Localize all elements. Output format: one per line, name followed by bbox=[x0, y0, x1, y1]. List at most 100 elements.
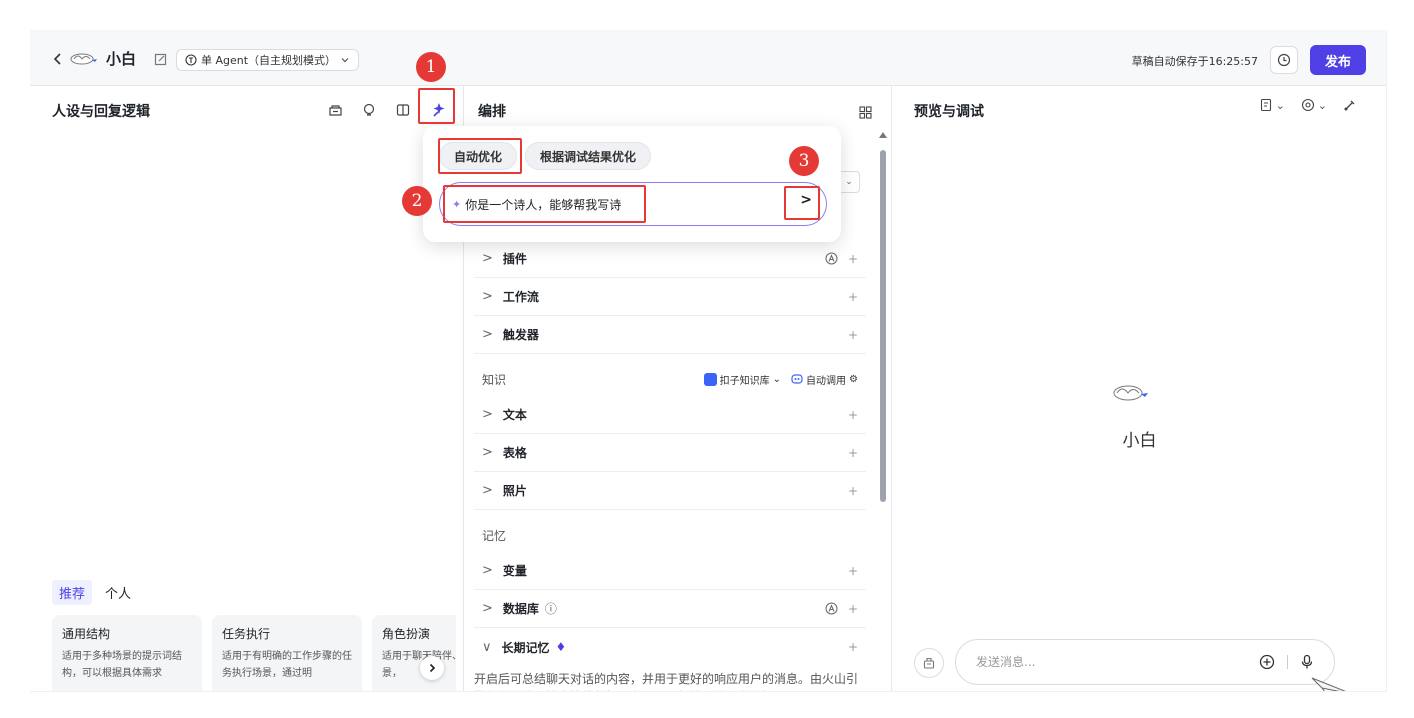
row-actions: + bbox=[848, 290, 858, 304]
tab-personal[interactable]: 个人 bbox=[98, 580, 138, 605]
preview-toolbar: ⌄ ⌄ bbox=[1260, 98, 1357, 112]
row-label: 文本 bbox=[502, 408, 527, 422]
card-desc: 适用于有明确的工作步骤的任务执行场景，通过明 bbox=[222, 651, 352, 679]
add-icon[interactable]: + bbox=[848, 564, 858, 578]
message-input[interactable] bbox=[976, 655, 1259, 669]
card-desc: 适用于聊天陪伴、互动娱乐场景， bbox=[382, 651, 456, 679]
row-actions: + bbox=[848, 640, 858, 654]
prompt-library-icon[interactable] bbox=[323, 98, 347, 122]
section-label: 记忆 bbox=[482, 528, 507, 543]
agent-mode-icon bbox=[185, 54, 197, 66]
annotation-box-2 bbox=[443, 185, 646, 223]
brush-icon[interactable] bbox=[1343, 98, 1357, 112]
add-icon[interactable]: + bbox=[848, 290, 858, 304]
row-actions: + bbox=[848, 408, 858, 422]
chevron-right-icon: > bbox=[482, 483, 493, 498]
scroll-up-arrow[interactable] bbox=[879, 132, 887, 138]
add-icon[interactable]: + bbox=[848, 446, 858, 460]
cards-next-button[interactable] bbox=[420, 656, 444, 680]
row-plugins[interactable]: > 插件 + bbox=[474, 240, 866, 278]
message-input-box bbox=[955, 639, 1335, 685]
row-actions: + bbox=[848, 328, 858, 342]
scrollbar[interactable] bbox=[880, 150, 886, 502]
row-workflow[interactable]: > 工作流 + bbox=[474, 278, 866, 316]
info-icon[interactable]: ⓘ bbox=[545, 600, 557, 617]
gear-icon: ⚙ bbox=[849, 373, 858, 385]
add-icon[interactable]: + bbox=[848, 602, 858, 616]
add-icon[interactable]: + bbox=[848, 328, 858, 342]
edit-icon[interactable] bbox=[148, 47, 172, 71]
annotation-box-auto-tab bbox=[438, 138, 522, 174]
add-icon[interactable]: + bbox=[848, 484, 858, 498]
long-memory-description: 开启后可总结聊天对话的内容，并用于更好的响应用户的消息。由火山引擎提供存储及检索… bbox=[474, 672, 859, 691]
chevron-right-icon: > bbox=[482, 601, 493, 616]
row-variable[interactable]: > 变量 + bbox=[474, 552, 866, 590]
orchestration-title: 编排 bbox=[478, 104, 506, 120]
auto-icon[interactable] bbox=[825, 602, 838, 615]
model-dropdown[interactable]: ⌄ bbox=[1301, 98, 1327, 112]
save-status: 草稿自动保存于16:25:57 bbox=[1131, 55, 1258, 68]
history-button[interactable] bbox=[1270, 46, 1298, 74]
microphone-icon[interactable] bbox=[1300, 654, 1314, 670]
template-tabs: 推荐 个人 bbox=[52, 580, 138, 605]
row-label: 长期记忆 bbox=[501, 640, 550, 655]
add-icon[interactable]: + bbox=[848, 252, 858, 266]
card-desc: 适用于多种场景的提示词结构，可以根据具体需求 bbox=[62, 651, 182, 679]
agent-mode-dropdown[interactable]: 单 Agent（自主规划模式） bbox=[176, 49, 360, 71]
publish-button[interactable]: 发布 bbox=[1310, 45, 1366, 75]
lightbulb-icon[interactable] bbox=[357, 98, 381, 122]
preview-panel: 预览与调试 ⌄ ⌄ 小白 bbox=[892, 86, 1386, 691]
row-actions: + bbox=[848, 446, 858, 460]
tab-debug-optimize[interactable]: 根据调试结果优化 bbox=[525, 142, 652, 170]
diamond-icon: ♦ bbox=[555, 640, 567, 654]
chevron-down-icon: ∨ bbox=[482, 639, 492, 655]
knowledge-section-header: 知识 扣子知识库 ⌄ 自动调用 ⚙ bbox=[474, 354, 866, 396]
chevron-down-icon: ⌄ bbox=[1317, 98, 1327, 112]
paper-plane-icon bbox=[1310, 676, 1354, 691]
row-text[interactable]: > 文本 + bbox=[474, 396, 866, 434]
back-icon[interactable] bbox=[46, 47, 70, 71]
annotation-box-1 bbox=[418, 88, 455, 124]
chevron-down-icon: ⌄ bbox=[1275, 98, 1285, 112]
row-database[interactable]: > 数据库 ⓘ + bbox=[474, 590, 866, 628]
grid-icon[interactable] bbox=[853, 100, 877, 124]
top-bar: 小白 单 Agent（自主规划模式） 草稿自动保存于16:25:57 发布 bbox=[30, 30, 1386, 86]
row-table[interactable]: > 表格 + bbox=[474, 434, 866, 472]
template-card[interactable]: 任务执行 适用于有明确的工作步骤的任务执行场景，通过明 bbox=[212, 615, 362, 691]
add-attachment-icon[interactable] bbox=[1259, 654, 1275, 670]
template-card[interactable]: 通用结构 适用于多种场景的提示词结构，可以根据具体需求 bbox=[52, 615, 202, 691]
row-trigger[interactable]: > 触发器 + bbox=[474, 316, 866, 354]
add-icon[interactable]: + bbox=[848, 640, 858, 654]
chevron-right-icon: > bbox=[482, 445, 493, 460]
bot-avatar bbox=[1110, 378, 1150, 406]
annotation-number-2: 2 bbox=[402, 186, 432, 216]
annotation-number-3: 3 bbox=[789, 146, 819, 176]
card-title: 任务执行 bbox=[222, 627, 271, 641]
row-actions: + bbox=[848, 484, 858, 498]
card-title: 通用结构 bbox=[62, 627, 111, 641]
add-icon[interactable]: + bbox=[848, 408, 858, 422]
auto-call-icon bbox=[791, 373, 803, 385]
app-frame: 小白 单 Agent（自主规划模式） 草稿自动保存于16:25:57 发布 人设… bbox=[30, 30, 1387, 692]
chevron-down-icon[interactable]: ⌄ bbox=[838, 171, 860, 193]
message-actions bbox=[1259, 654, 1314, 670]
row-label: 数据库 bbox=[502, 602, 539, 616]
layout-icon[interactable] bbox=[391, 98, 415, 122]
kb-selector[interactable]: 扣子知识库 ⌄ bbox=[703, 372, 781, 387]
debug-view-dropdown[interactable]: ⌄ bbox=[1260, 98, 1285, 112]
row-photo[interactable]: > 照片 + bbox=[474, 472, 866, 510]
row-label: 照片 bbox=[502, 484, 527, 498]
kb-label: 扣子知识库 bbox=[719, 375, 770, 387]
agent-mode-label: 单 Agent（自主规划模式） bbox=[201, 54, 337, 67]
clear-chat-button[interactable] bbox=[914, 648, 944, 678]
knowledge-controls: 扣子知识库 ⌄ 自动调用 ⚙ bbox=[703, 372, 858, 387]
auto-call-label: 自动调用 bbox=[806, 375, 847, 387]
tab-recommended[interactable]: 推荐 bbox=[52, 580, 93, 605]
row-long-memory[interactable]: ∨ 长期记忆 ♦ + bbox=[474, 628, 866, 666]
annotation-number-1: 1 bbox=[416, 52, 446, 82]
row-label: 工作流 bbox=[502, 290, 539, 304]
template-card[interactable]: 角色扮演 适用于聊天陪伴、互动娱乐场景， bbox=[372, 615, 456, 691]
auto-icon[interactable] bbox=[825, 252, 838, 265]
auto-call-selector[interactable]: 自动调用 ⚙ bbox=[791, 372, 858, 387]
section-label: 知识 bbox=[482, 372, 507, 387]
